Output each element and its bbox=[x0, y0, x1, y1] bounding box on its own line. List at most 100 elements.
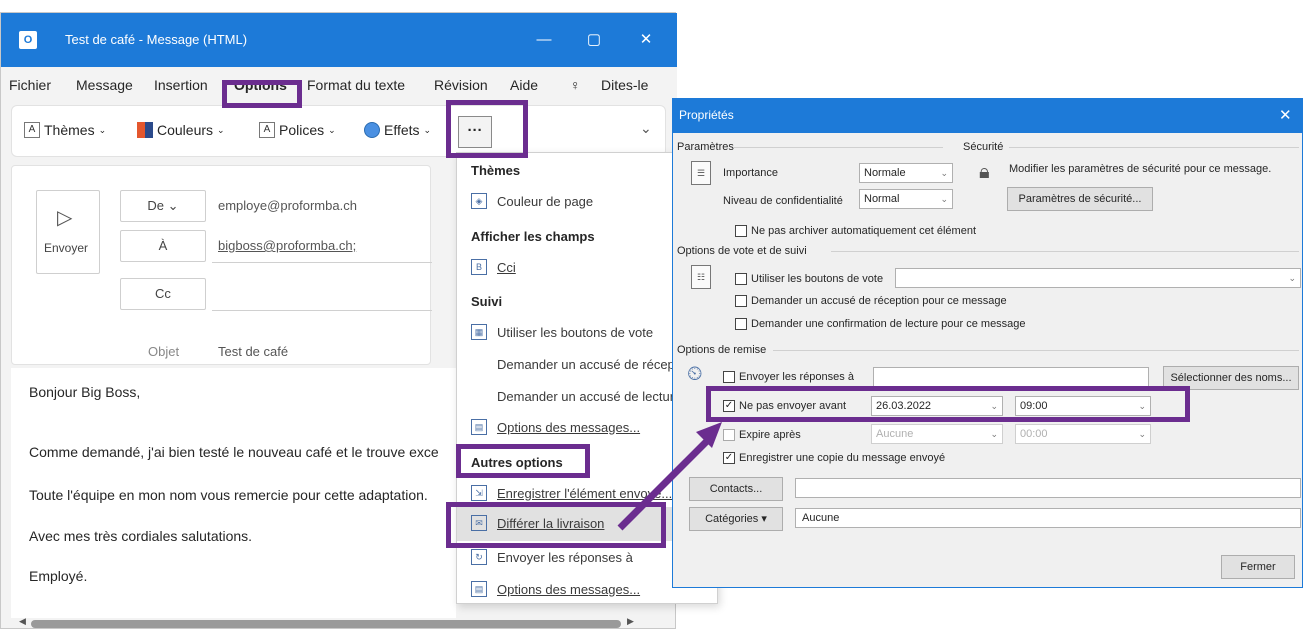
page-color-label: Couleur de page bbox=[497, 193, 594, 209]
tab-message[interactable]: Message bbox=[76, 77, 133, 93]
settings-icon: ☰ bbox=[691, 161, 711, 185]
importance-select[interactable]: Normale ⌄ bbox=[859, 163, 953, 183]
lightbulb-icon: ♀ bbox=[570, 77, 581, 93]
tab-insert[interactable]: Insertion bbox=[154, 77, 208, 93]
dialog-title: Propriétés bbox=[679, 108, 734, 122]
send-icon: ▷ bbox=[57, 207, 73, 229]
tracking-heading: Suivi bbox=[471, 294, 503, 309]
maximize-button[interactable]: ▢ bbox=[579, 27, 609, 53]
message-options-item-2[interactable]: ▤ Options des messages... bbox=[471, 581, 640, 597]
arrow-shaft bbox=[617, 433, 715, 531]
tab-format-text[interactable]: Format du texte bbox=[307, 77, 405, 93]
chevron-down-icon: ⌄ bbox=[1138, 429, 1146, 439]
message-body[interactable]: Bonjour Big Boss, Comme demandé, j'ai bi… bbox=[11, 368, 456, 618]
scroll-right-arrow[interactable]: ▶ bbox=[627, 616, 634, 627]
expires-time-value: 00:00 bbox=[1020, 428, 1048, 440]
delivery-section-label: Options de remise bbox=[677, 344, 767, 356]
read-receipt-checkbox[interactable] bbox=[735, 318, 747, 330]
voting-select[interactable]: ⌄ bbox=[895, 268, 1301, 288]
to-button[interactable]: À bbox=[120, 230, 206, 262]
replies-to-label: Envoyer les réponses à bbox=[739, 371, 854, 383]
from-value: employe@proformba.ch bbox=[218, 198, 357, 213]
sensitivity-label: Niveau de confidentialité bbox=[723, 195, 843, 207]
title-bar: O Test de café - Message (HTML) — ▢ ✕ bbox=[1, 13, 677, 67]
delivery-receipt-label: Demander un accusé de réception pour ce … bbox=[751, 295, 1007, 307]
tab-help[interactable]: Aide bbox=[510, 77, 538, 93]
voting-icon: ☷ bbox=[691, 265, 711, 289]
message-options-label: Options des messages... bbox=[497, 581, 641, 597]
section-divider bbox=[733, 147, 943, 148]
use-voting-item[interactable]: ▦ Utiliser les boutons de vote bbox=[471, 324, 653, 340]
delivery-receipt-checkbox[interactable] bbox=[735, 295, 747, 307]
replies-to-checkbox[interactable] bbox=[723, 371, 735, 383]
to-field[interactable]: bigboss@proformba.ch; bbox=[218, 238, 356, 253]
minimize-button[interactable]: — bbox=[529, 27, 559, 53]
more-commands-highlight bbox=[446, 100, 528, 158]
save-sent-icon: ⇲ bbox=[471, 485, 487, 501]
chevron-down-icon: ⌄ bbox=[990, 429, 998, 439]
themes-label: Thèmes bbox=[44, 122, 95, 138]
sensitivity-select[interactable]: Normal ⌄ bbox=[859, 189, 953, 209]
dialog-close-button[interactable]: ✕ bbox=[1279, 106, 1292, 124]
effects-icon bbox=[364, 122, 380, 138]
themes-button[interactable]: A Thèmes ⌄ bbox=[24, 122, 106, 138]
replies-to-input[interactable] bbox=[873, 367, 1149, 387]
bcc-item[interactable]: B Cci bbox=[471, 259, 516, 275]
chevron-down-icon: ⌄ bbox=[423, 124, 432, 135]
voting-icon: ▦ bbox=[471, 324, 487, 340]
direct-replies-label: Envoyer les réponses à bbox=[497, 549, 633, 565]
more-options-highlight bbox=[456, 444, 590, 478]
delivery-receipt-item[interactable]: Demander un accusé de récept bbox=[497, 357, 678, 372]
expires-date-select[interactable]: Aucune ⌄ bbox=[871, 424, 1003, 444]
outlook-app-icon: O bbox=[19, 31, 37, 49]
dialog-title-bar: Propriétés ✕ bbox=[673, 99, 1303, 133]
security-section-label: Sécurité bbox=[963, 141, 1004, 153]
body-line: Toute l'équipe en mon nom vous remercie … bbox=[29, 487, 428, 503]
to-divider bbox=[212, 262, 432, 263]
show-fields-heading: Afficher les champs bbox=[471, 229, 595, 244]
chevron-down-icon: ⌄ bbox=[217, 124, 225, 135]
compose-header: ▷ Envoyer De ⌄ employe@proformba.ch À bi… bbox=[11, 165, 432, 365]
tell-me-search[interactable]: Dites-le bbox=[601, 77, 648, 93]
chevron-down-icon: ⌄ bbox=[940, 168, 948, 178]
delivery-clock-icon: ⏲︎ bbox=[687, 363, 703, 385]
from-button[interactable]: De ⌄ bbox=[120, 190, 206, 222]
cc-button[interactable]: Cc bbox=[120, 278, 206, 310]
chevron-down-icon: ⌄ bbox=[940, 194, 948, 204]
fonts-label: Polices bbox=[279, 122, 325, 138]
read-receipt-label: Demander une confirmation de lecture pou… bbox=[751, 318, 1026, 330]
save-copy-label: Enregistrer une copie du message envoyé bbox=[739, 452, 946, 464]
send-button[interactable]: ▷ Envoyer bbox=[36, 190, 100, 274]
subject-field[interactable]: Test de café bbox=[218, 344, 288, 359]
message-options-icon: ▤ bbox=[471, 419, 487, 435]
tab-review[interactable]: Révision bbox=[434, 77, 488, 93]
security-settings-button[interactable]: Paramètres de sécurité... bbox=[1007, 187, 1153, 211]
close-button[interactable]: ✕ bbox=[631, 27, 661, 53]
horizontal-scrollbar[interactable] bbox=[31, 620, 621, 628]
voting-section-label: Options de vote et de suivi bbox=[677, 245, 807, 257]
from-label: De bbox=[147, 198, 165, 213]
direct-replies-item[interactable]: ↻ Envoyer les réponses à bbox=[471, 549, 633, 565]
themes-icon: A bbox=[24, 122, 40, 138]
lock-icon: 🔒︎ bbox=[979, 161, 990, 183]
themes-heading: Thèmes bbox=[471, 163, 521, 178]
expires-label: Expire après bbox=[739, 429, 801, 441]
scroll-left-arrow[interactable]: ◀ bbox=[19, 616, 26, 627]
page-color-item[interactable]: ◈ Couleur de page bbox=[471, 193, 593, 209]
no-autoarchive-checkbox[interactable] bbox=[735, 225, 747, 237]
categories-field[interactable]: Aucune bbox=[795, 508, 1301, 528]
expires-time-select[interactable]: 00:00 ⌄ bbox=[1015, 424, 1151, 444]
fonts-button[interactable]: A Polices ⌄ bbox=[259, 122, 336, 138]
collapse-ribbon-icon[interactable]: ⌄ bbox=[640, 120, 652, 137]
colors-button[interactable]: Couleurs ⌄ bbox=[137, 122, 225, 138]
section-divider bbox=[1009, 147, 1299, 148]
effects-button[interactable]: Effets ⌄ bbox=[364, 122, 431, 138]
contacts-input[interactable] bbox=[795, 478, 1301, 498]
use-voting-checkbox[interactable] bbox=[735, 273, 747, 285]
tab-file[interactable]: Fichier bbox=[9, 77, 51, 93]
subject-label: Objet bbox=[148, 344, 180, 359]
expires-date-value: Aucune bbox=[876, 428, 914, 440]
sensitivity-value: Normal bbox=[864, 193, 900, 205]
close-dialog-button[interactable]: Fermer bbox=[1221, 555, 1295, 579]
bcc-icon: B bbox=[471, 259, 487, 275]
